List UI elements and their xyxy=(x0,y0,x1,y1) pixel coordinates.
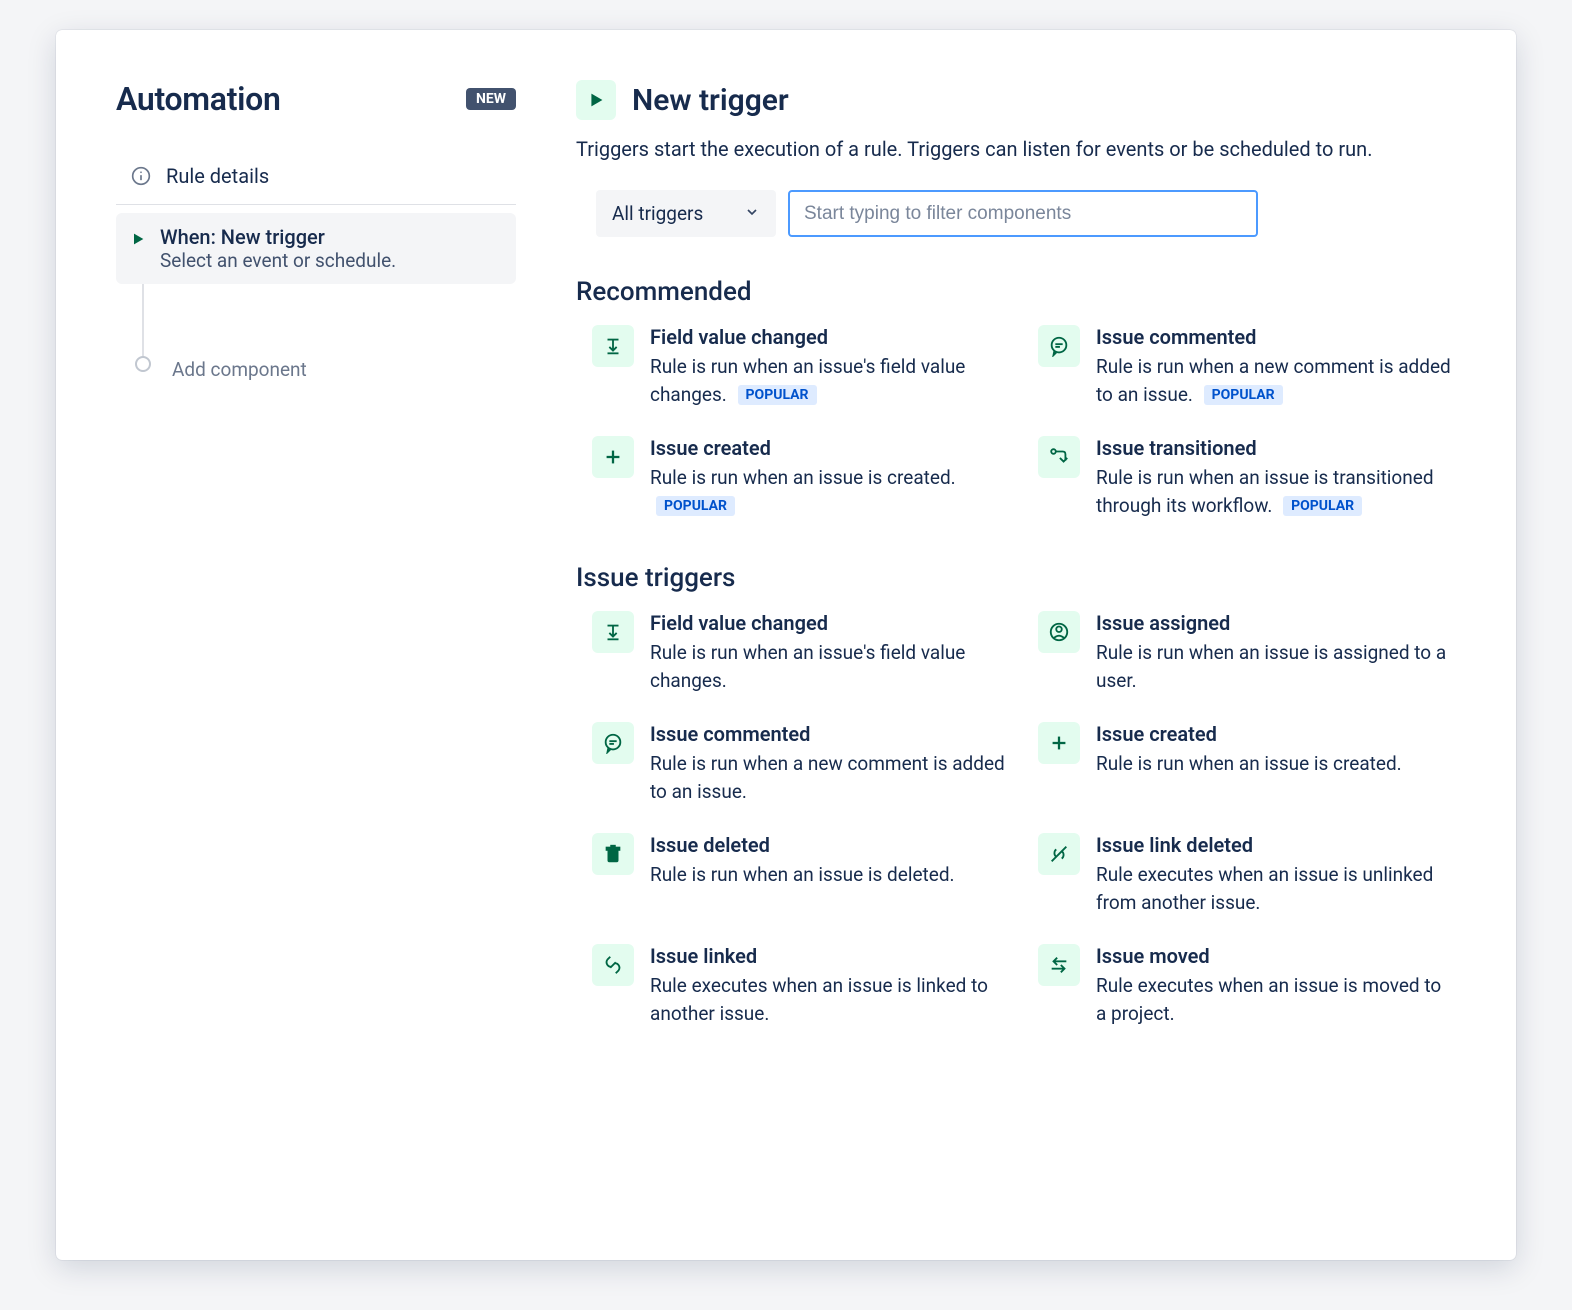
trigger-item[interactable]: Issue deleted Rule is run when an issue i… xyxy=(592,833,1010,916)
page-header: Automation NEW xyxy=(116,80,516,118)
main-title: New trigger xyxy=(632,83,789,118)
step-subtitle: Select an event or schedule. xyxy=(160,249,396,272)
automation-card: Automation NEW Rule details When: New tr… xyxy=(56,30,1516,1260)
trigger-title: Issue transitioned xyxy=(1096,436,1456,460)
play-icon xyxy=(576,80,616,120)
trigger-desc: Rule is run when a new comment is added … xyxy=(1096,353,1456,408)
info-icon xyxy=(130,166,152,186)
trash-icon xyxy=(592,833,634,875)
move-icon xyxy=(1038,944,1080,986)
sidebar-step-trigger[interactable]: When: New trigger Select an event or sch… xyxy=(116,213,516,284)
trigger-desc: Rule is run when an issue is assigned to… xyxy=(1096,639,1456,694)
trigger-desc: Rule is run when an issue is created. xyxy=(1096,750,1456,778)
trigger-title: Issue commented xyxy=(650,722,1010,746)
field-icon xyxy=(592,611,634,653)
section-title: Recommended xyxy=(576,277,1456,307)
trigger-title: Issue commented xyxy=(1096,325,1456,349)
trigger-desc: Rule is run when a new comment is added … xyxy=(650,750,1010,805)
page-title: Automation xyxy=(116,80,281,118)
trigger-grid: Field value changed Rule is run when an i… xyxy=(576,611,1456,1027)
transition-icon xyxy=(1038,436,1080,478)
trigger-title: Issue linked xyxy=(650,944,1010,968)
trigger-desc: Rule is run when an issue is transitione… xyxy=(1096,464,1456,519)
trigger-desc: Rule is run when an issue's field value … xyxy=(650,353,1010,408)
trigger-desc: Rule is run when an issue is created. PO… xyxy=(650,464,1010,519)
intro-text: Triggers start the execution of a rule. … xyxy=(576,134,1456,164)
select-label: All triggers xyxy=(612,202,703,225)
timeline-dot xyxy=(135,356,151,372)
filter-row: All triggers xyxy=(596,190,1456,237)
trigger-item[interactable]: Issue assigned Rule is run when an issue … xyxy=(1038,611,1456,694)
plus-icon xyxy=(1038,722,1080,764)
chevron-down-icon xyxy=(744,202,760,225)
trigger-desc: Rule is run when an issue's field value … xyxy=(650,639,1010,694)
plus-icon xyxy=(592,436,634,478)
filter-input[interactable] xyxy=(788,190,1258,237)
trigger-item[interactable]: Issue moved Rule executes when an issue i… xyxy=(1038,944,1456,1027)
sidebar-item-label: Rule details xyxy=(166,164,269,188)
main-content: New trigger Triggers start the execution… xyxy=(576,80,1456,1200)
popular-badge: POPULAR xyxy=(656,496,735,516)
step-title: When: New trigger xyxy=(160,225,396,249)
trigger-title: Issue created xyxy=(1096,722,1456,746)
section-title: Issue triggers xyxy=(576,563,1456,593)
new-badge: NEW xyxy=(466,88,516,110)
trigger-title: Field value changed xyxy=(650,325,1010,349)
trigger-item[interactable]: Field value changed Rule is run when an i… xyxy=(592,325,1010,408)
sidebar: Automation NEW Rule details When: New tr… xyxy=(116,80,516,1200)
trigger-item[interactable]: Issue link deleted Rule executes when an … xyxy=(1038,833,1456,916)
main-header: New trigger xyxy=(576,80,1456,120)
trigger-item[interactable]: Issue transitioned Rule is run when an is… xyxy=(1038,436,1456,519)
timeline: Add component xyxy=(142,284,516,364)
user-icon xyxy=(1038,611,1080,653)
trigger-title: Issue moved xyxy=(1096,944,1456,968)
trigger-desc: Rule executes when an issue is moved to … xyxy=(1096,972,1456,1027)
trigger-item[interactable]: Issue commented Rule is run when a new co… xyxy=(1038,325,1456,408)
play-icon xyxy=(130,225,146,251)
trigger-grid: Field value changed Rule is run when an i… xyxy=(576,325,1456,519)
trigger-desc: Rule executes when an issue is unlinked … xyxy=(1096,861,1456,916)
popular-badge: POPULAR xyxy=(1204,385,1283,405)
popular-badge: POPULAR xyxy=(738,385,817,405)
add-component-button[interactable]: Add component xyxy=(172,358,307,381)
trigger-category-select[interactable]: All triggers xyxy=(596,190,776,237)
sidebar-item-rule-details[interactable]: Rule details xyxy=(116,148,516,205)
trigger-item[interactable]: Issue commented Rule is run when a new co… xyxy=(592,722,1010,805)
popular-badge: POPULAR xyxy=(1283,496,1362,516)
trigger-desc: Rule executes when an issue is linked to… xyxy=(650,972,1010,1027)
trigger-item[interactable]: Issue created Rule is run when an issue i… xyxy=(592,436,1010,519)
trigger-item[interactable]: Field value changed Rule is run when an i… xyxy=(592,611,1010,694)
link-icon xyxy=(592,944,634,986)
trigger-title: Field value changed xyxy=(650,611,1010,635)
field-icon xyxy=(592,325,634,367)
trigger-title: Issue link deleted xyxy=(1096,833,1456,857)
comment-icon xyxy=(1038,325,1080,367)
trigger-item[interactable]: Issue created Rule is run when an issue i… xyxy=(1038,722,1456,805)
trigger-title: Issue deleted xyxy=(650,833,1010,857)
trigger-desc: Rule is run when an issue is deleted. xyxy=(650,861,1010,889)
unlink-icon xyxy=(1038,833,1080,875)
trigger-title: Issue created xyxy=(650,436,1010,460)
comment-icon xyxy=(592,722,634,764)
trigger-item[interactable]: Issue linked Rule executes when an issue … xyxy=(592,944,1010,1027)
trigger-title: Issue assigned xyxy=(1096,611,1456,635)
